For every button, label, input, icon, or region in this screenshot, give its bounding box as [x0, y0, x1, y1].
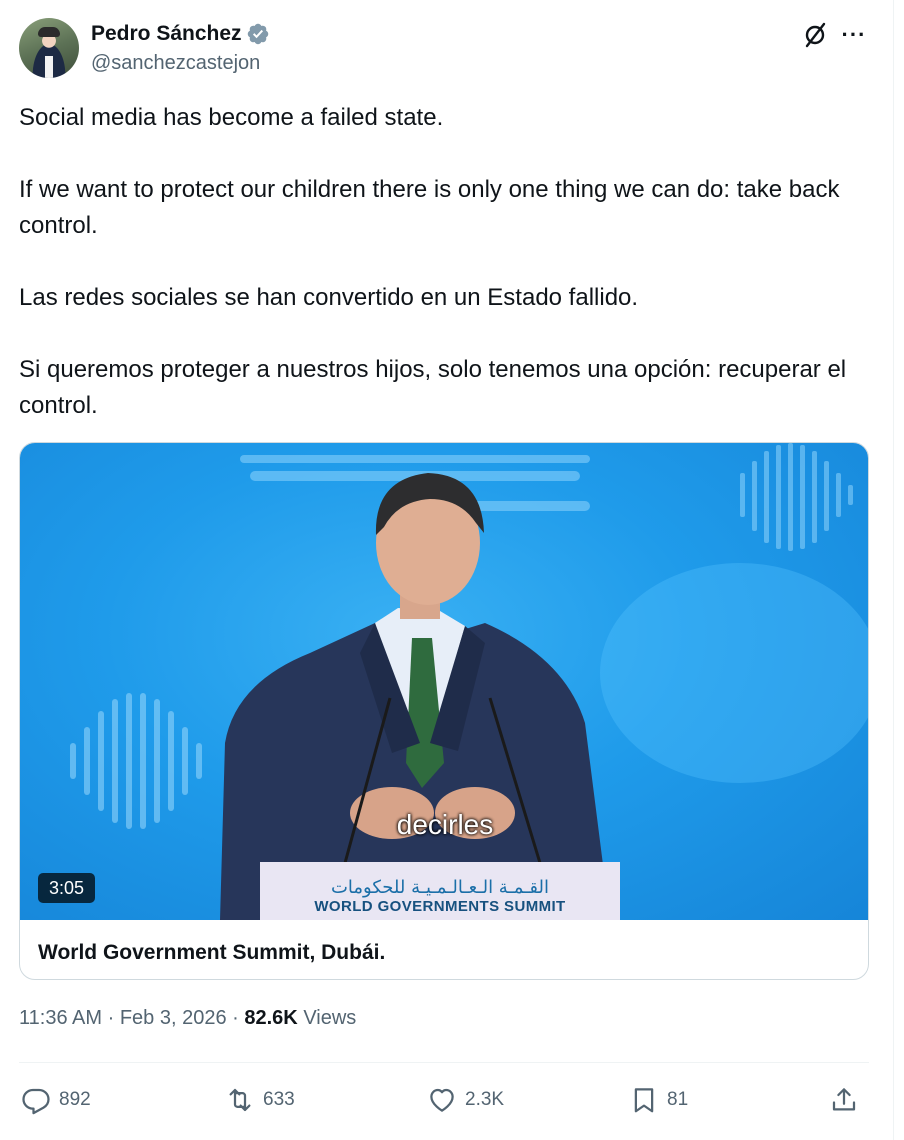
tweet-time[interactable]: 11:36 AM	[19, 1007, 102, 1029]
tweet-paragraph: Las redes sociales se han convertido en …	[19, 284, 639, 311]
tweet-meta: 11:36 AM · Feb 3, 2026 · 82.6K Views	[19, 1007, 356, 1030]
tweet-text: Social media has become a failed state. …	[19, 100, 879, 424]
divider	[19, 1062, 869, 1063]
share-button[interactable]	[829, 1080, 859, 1120]
bookmark-button[interactable]: 81	[629, 1080, 688, 1120]
views-label: Views	[303, 1007, 357, 1029]
video-caption: decirles	[396, 809, 494, 840]
action-bar: 892 633 2.3K 81	[19, 1080, 869, 1120]
reply-count: 892	[59, 1089, 91, 1110]
column-border	[893, 0, 894, 1140]
media-card[interactable]: decirles القـمـة الـعـالـمـيـة للحكومات …	[19, 442, 869, 980]
like-icon	[430, 1088, 454, 1112]
views-count: 82.6K	[244, 1007, 298, 1029]
verified-badge-icon[interactable]	[246, 22, 270, 46]
video-player[interactable]: decirles القـمـة الـعـالـمـيـة للحكومات …	[20, 443, 868, 920]
tweet-header: Pedro Sánchez @sanchezcastejon ···	[19, 18, 879, 80]
like-count: 2.3K	[465, 1089, 505, 1110]
display-name[interactable]: Pedro Sánchez	[91, 22, 242, 46]
name-line: Pedro Sánchez	[91, 22, 270, 46]
user-handle[interactable]: @sanchezcastejon	[91, 52, 260, 75]
repost-count: 633	[263, 1089, 295, 1110]
repost-button[interactable]: 633	[225, 1080, 295, 1120]
meta-separator: ·	[232, 1007, 239, 1029]
video-duration: 3:05	[38, 873, 96, 903]
bookmark-icon	[634, 1088, 654, 1113]
like-button[interactable]: 2.3K	[427, 1080, 504, 1120]
video-frame	[70, 443, 868, 920]
grok-icon[interactable]	[802, 22, 828, 48]
avatar-hair	[38, 27, 60, 37]
tweet-paragraph: Social media has become a failed state.	[19, 104, 444, 131]
more-icon[interactable]: ···	[841, 22, 867, 48]
share-icon	[832, 1088, 856, 1111]
repost-icon	[229, 1088, 251, 1112]
avatar-shirt	[45, 56, 53, 78]
media-card-title[interactable]: World Government Summit, Dubái.	[38, 941, 385, 965]
meta-separator: ·	[107, 1007, 115, 1029]
reply-icon	[22, 1088, 50, 1115]
avatar[interactable]	[19, 18, 79, 78]
tweet-paragraph: Si queremos proteger a nuestros hijos, s…	[19, 356, 847, 419]
lectern-arabic-text: القـمـة الـعـالـمـيـة للحكومات	[330, 877, 549, 898]
bookmark-count: 81	[667, 1089, 689, 1110]
reply-button[interactable]: 892	[21, 1080, 91, 1120]
tweet-paragraph: If we want to protect our children there…	[19, 176, 840, 239]
lectern-english-text: WORLD GOVERNMENTS SUMMIT	[314, 898, 566, 915]
tweet-date[interactable]: Feb 3, 2026	[120, 1007, 227, 1029]
